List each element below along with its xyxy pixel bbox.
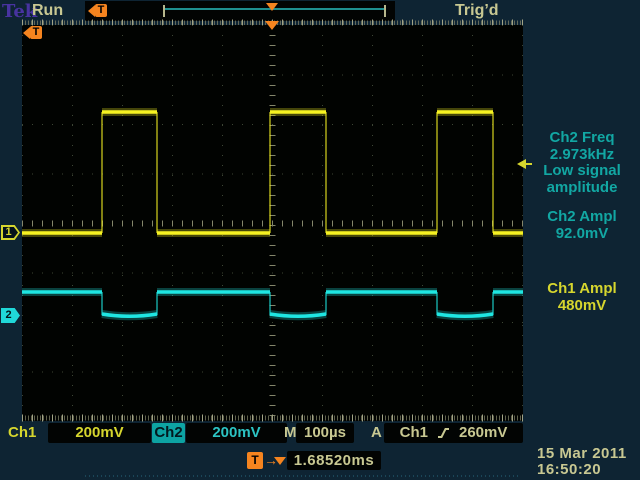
measurement-label: Ch1 Ampl xyxy=(524,281,640,298)
trigger-readout: Ch1 260mV xyxy=(384,423,523,443)
trigger-time-readout: 1.68520ms xyxy=(287,451,381,470)
ch1-marker-label: 1 xyxy=(1,225,16,240)
trigger-t-icon: T xyxy=(95,4,107,17)
left-triangle-icon xyxy=(88,5,95,17)
ch1-scale-readout: 200mV xyxy=(48,423,151,443)
measurement-ch2-ampl: Ch2 Ampl 92.0mV xyxy=(524,209,640,242)
down-triangle-icon xyxy=(274,457,286,465)
left-triangle-icon xyxy=(23,27,30,39)
measurement-ch1-ampl: Ch1 Ampl 480mV xyxy=(524,281,640,314)
timebase-readout: 100µs xyxy=(296,423,354,443)
trigger-left-icon: T xyxy=(88,4,107,17)
trigger-status: Trig’d xyxy=(455,2,499,20)
ch2-label: Ch2 xyxy=(152,423,185,443)
oscilloscope-screen: Tek Run Trig’d T xyxy=(0,0,640,480)
time-label: 16:50:20 xyxy=(537,462,627,478)
trigger-t-grid-icon: T xyxy=(23,26,42,39)
trigger-t-icon: T xyxy=(30,26,42,39)
ch2-scale-readout: 200mV xyxy=(186,423,287,443)
ch1-label: Ch1 xyxy=(8,423,36,443)
acquisition-status: Run xyxy=(32,2,63,20)
ch1-ground-marker: 1 xyxy=(1,225,20,240)
trigger-level-value: 260mV xyxy=(459,423,507,443)
record-view-bar: T xyxy=(85,1,395,21)
measurement-warning: Low signal xyxy=(524,163,640,180)
trigger-source: Ch1 xyxy=(400,423,428,443)
graticule xyxy=(22,19,523,422)
main-timebase-label: M xyxy=(284,423,297,443)
ch2-ground-marker: 2 xyxy=(1,308,20,323)
measurement-value: 92.0mV xyxy=(524,226,640,243)
bottom-divider-dots xyxy=(85,475,521,477)
trigger-t-icon: T xyxy=(247,452,263,469)
ch2-marker-label: 2 xyxy=(1,308,16,323)
trigger-a-label: A xyxy=(371,423,382,443)
measurement-warning: amplitude xyxy=(524,180,640,197)
date-label: 15 Mar 2011 xyxy=(537,446,627,462)
datetime: 15 Mar 2011 16:50:20 xyxy=(537,446,627,478)
measurement-value: 2.973kHz xyxy=(524,147,640,164)
measurement-ch2-freq: Ch2 Freq 2.973kHz Low signal amplitude xyxy=(524,130,640,196)
trigger-position-icon xyxy=(266,3,278,11)
trigger-position-grid-icon xyxy=(265,21,279,30)
rising-slope-icon xyxy=(437,426,450,440)
measurement-label: Ch2 Ampl xyxy=(524,209,640,226)
measurement-value: 480mV xyxy=(524,298,640,315)
measurement-label: Ch2 Freq xyxy=(524,130,640,147)
